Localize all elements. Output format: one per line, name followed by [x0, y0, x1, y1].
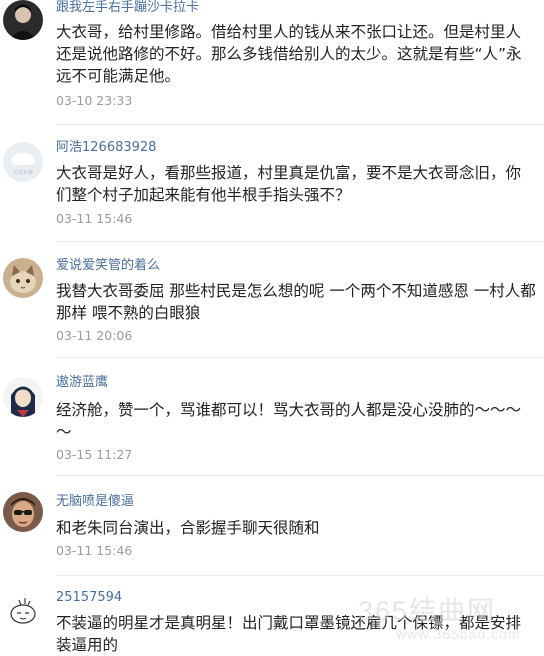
comment-divider [56, 475, 544, 476]
comment-divider [56, 575, 544, 576]
comment-divider [56, 357, 544, 358]
comment-content: 我替大衣哥委屈 那些村民是怎么想的呢 一个两个不知道感恩 一村人都那样 喂不熟的… [56, 282, 536, 322]
comment-timestamp: 03-10 23:33 [56, 93, 133, 108]
user-avatar[interactable] [3, 258, 43, 298]
comment-content: 大衣哥是好人，看那些报道，村里真是仇富，要不是大衣哥念旧，你们整个村子加起来能有… [56, 164, 522, 204]
cartoon-girl-avatar-icon [3, 377, 43, 417]
sunglasses-man-avatar-icon [3, 492, 43, 532]
comment-username[interactable]: 跟我左手右手蹦沙卡拉卡 [56, 0, 199, 16]
user-avatar[interactable] [3, 492, 43, 532]
avatar-caption: 设定头像 [13, 169, 33, 176]
comment-content: 大衣哥，给村里修路。借给村里人的钱从来不张口让还。但是村里人还是说他路修的不好。… [56, 23, 522, 85]
comment-username[interactable]: 25157594 [56, 590, 122, 606]
doodle-avatar-icon [3, 592, 43, 632]
dark-portrait-avatar-icon [3, 0, 43, 40]
user-avatar[interactable] [3, 592, 43, 632]
comment-timestamp: 03-11 15:46 [56, 543, 133, 558]
user-avatar[interactable]: 设定头像 [3, 142, 43, 182]
comment-username[interactable]: 爱说爱笑管的着么 [56, 258, 160, 274]
comment-timestamp: 03-11 20:06 [56, 328, 133, 343]
comment-username[interactable]: 无脑喷是傻逼 [56, 494, 134, 510]
user-avatar[interactable] [3, 0, 43, 40]
cat-avatar-icon [3, 258, 43, 298]
comment-divider [56, 124, 544, 125]
default-cloud-avatar-icon: 设定头像 [3, 142, 43, 182]
user-avatar[interactable] [3, 377, 43, 417]
comment-content: 不装逼的明星才是真明星！出门戴口罩墨镜还雇几个保镖，都是安排装逼用的 [56, 614, 522, 654]
comment-content: 经济舱，赞一个，骂谁都可以！骂大衣哥的人都是没心没肺的～～～～ [56, 401, 522, 441]
comment-username[interactable]: 遨游蓝鹰 [56, 375, 108, 391]
comment-divider [56, 241, 544, 242]
comment-content: 和老朱同台演出，合影握手聊天很随和 [56, 519, 320, 537]
comment-timestamp: 03-15 11:27 [56, 447, 133, 462]
comment-timestamp: 03-11 15:46 [56, 211, 133, 226]
comment-username[interactable]: 阿浩126683928 [56, 140, 156, 156]
